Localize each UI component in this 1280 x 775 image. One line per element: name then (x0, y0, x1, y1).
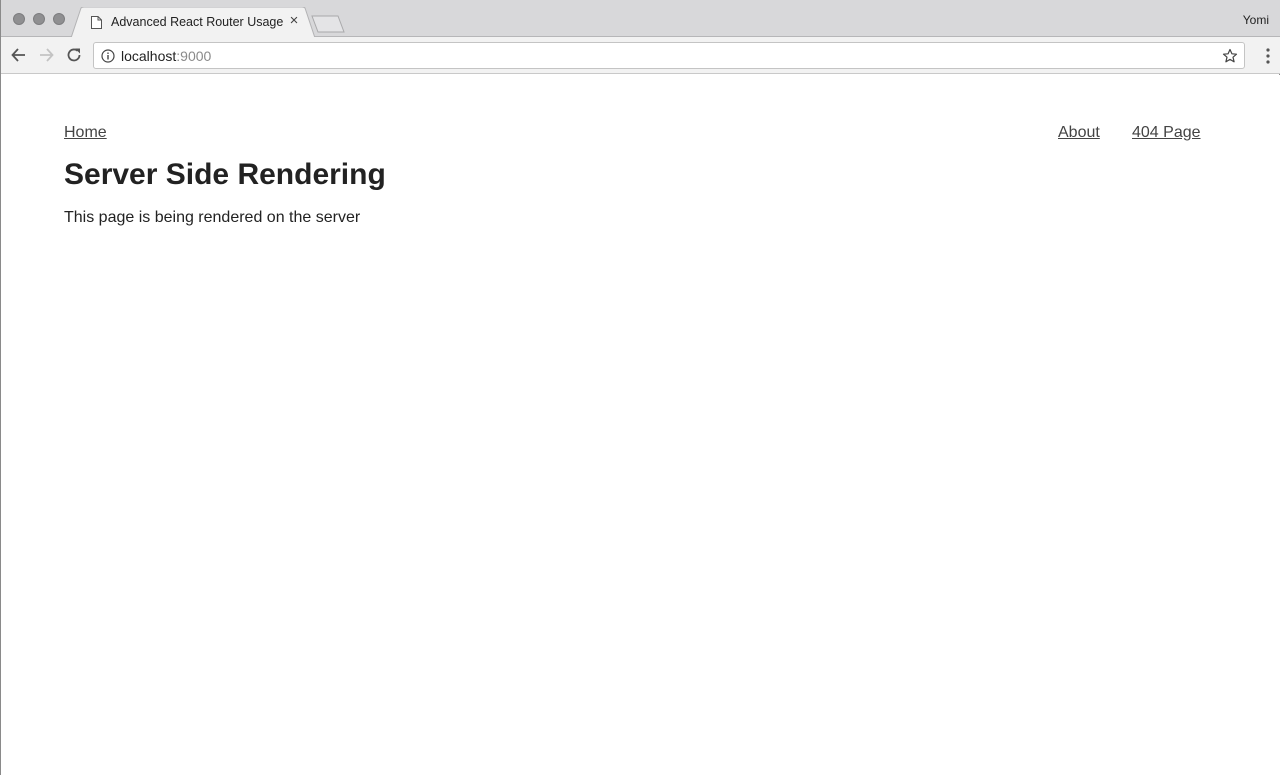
forward-arrow-icon[interactable] (36, 45, 56, 65)
url-host: localhost (121, 48, 177, 64)
tab-strip: Advanced React Router Usage × Yomi (1, 0, 1280, 38)
back-arrow-icon[interactable] (9, 45, 29, 65)
reload-icon[interactable] (64, 45, 84, 65)
url-text[interactable]: localhost:9000 (121, 48, 211, 64)
tab-title: Advanced React Router Usage (111, 15, 284, 29)
page-description: This page is being rendered on the serve… (64, 209, 361, 226)
nav-link-about[interactable]: About (1058, 124, 1100, 142)
nav-link-404-page[interactable]: 404 Page (1132, 124, 1201, 142)
window-maximize-button[interactable] (53, 13, 65, 25)
info-icon[interactable] (101, 49, 115, 63)
bookmark-star-icon[interactable] (1222, 48, 1238, 64)
browser-window: Advanced React Router Usage × Yomi local… (0, 0, 1280, 775)
browser-tab[interactable]: Advanced React Router Usage × (71, 7, 315, 38)
browser-toolbar: localhost:9000 (1, 37, 1280, 74)
page-viewport: Home About 404 Page Server Side Renderin… (1, 75, 1280, 775)
new-tab-button[interactable] (311, 15, 347, 33)
page-icon (91, 16, 102, 29)
page-title: Server Side Rendering (64, 158, 386, 191)
profile-name[interactable]: Yomi (1243, 13, 1269, 27)
address-bar[interactable]: localhost:9000 (93, 42, 1245, 69)
window-minimize-button[interactable] (33, 13, 45, 25)
window-close-button[interactable] (13, 13, 25, 25)
url-port: :9000 (176, 48, 212, 64)
menu-dots-icon[interactable] (1265, 47, 1271, 65)
tab-close-icon[interactable]: × (287, 13, 301, 28)
nav-link-home[interactable]: Home (64, 124, 107, 142)
